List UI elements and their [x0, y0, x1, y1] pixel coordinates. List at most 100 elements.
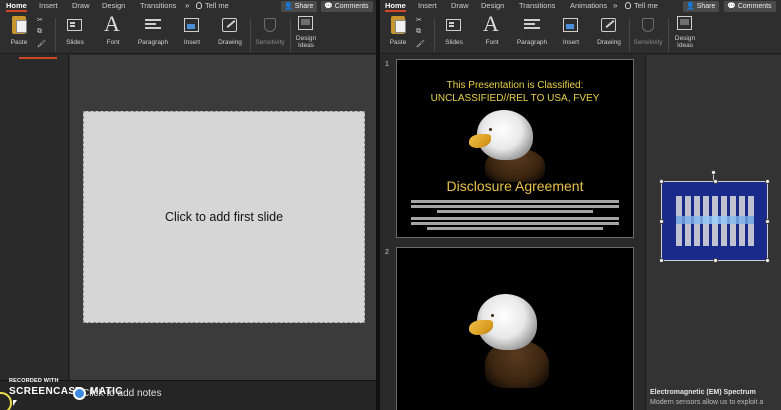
- more-tabs-chevron-icon[interactable]: »: [613, 0, 617, 12]
- paragraph-label: Paragraph: [516, 39, 548, 46]
- insert-group[interactable]: Insert: [559, 14, 583, 46]
- font-group[interactable]: A Font: [100, 13, 126, 47]
- fine-print-line: [437, 210, 593, 213]
- resize-handle[interactable]: [765, 258, 770, 263]
- slide-thumbnail[interactable]: [396, 247, 634, 410]
- design-ideas-button[interactable]: Design Ideas: [673, 14, 697, 49]
- comments-label: Comments: [334, 3, 369, 10]
- paste-group[interactable]: Paste: [384, 14, 412, 46]
- font-letter-icon: A: [483, 11, 499, 36]
- shapes-pencil-icon: [601, 18, 616, 32]
- left-powerpoint-window: Home Insert Draw Design Transitions » Te…: [0, 0, 376, 410]
- slides-group[interactable]: Slides: [441, 14, 467, 46]
- tell-me-label: Tell me: [634, 1, 658, 10]
- resize-handle[interactable]: [765, 219, 770, 224]
- slide-title-line-1: This Presentation is Classified:: [446, 80, 584, 91]
- tab-transitions[interactable]: Transitions: [140, 0, 176, 12]
- rotate-handle[interactable]: [711, 170, 716, 175]
- resize-handle[interactable]: [713, 258, 718, 263]
- paragraph-group[interactable]: Paragraph: [136, 14, 170, 46]
- resize-handle[interactable]: [659, 219, 664, 224]
- more-tabs-chevron-icon[interactable]: »: [185, 0, 189, 12]
- format-painter-icon[interactable]: 🖌: [37, 40, 46, 48]
- fine-print-line: [411, 222, 619, 225]
- ribbon-toolbar: Paste ✂ ⧉ 🖌 Slides A Font Paragraph Inse…: [380, 12, 781, 54]
- tab-insert[interactable]: Insert: [418, 0, 437, 12]
- cut-icon[interactable]: ✂: [416, 16, 422, 24]
- new-slide-icon: [446, 19, 461, 31]
- comments-label: Comments: [737, 3, 772, 10]
- ribbon-toolbar: Paste ✂ ⧉ 🖌 Slides A Font Paragraph Inse…: [0, 12, 376, 54]
- resize-handle[interactable]: [713, 179, 718, 184]
- design-ideas-button[interactable]: Design Ideas: [294, 14, 318, 49]
- screencast-watermark: RECORDED WITH SCREENCAST MATIC: [0, 376, 140, 410]
- bald-eagle-image: [467, 108, 547, 182]
- brand-left: SCREENCAST: [9, 386, 82, 397]
- design-ideas-label: Design Ideas: [295, 35, 317, 49]
- tab-home[interactable]: Home: [6, 0, 27, 12]
- font-group[interactable]: A Font: [479, 11, 505, 47]
- format-painter-icon[interactable]: 🖌: [416, 40, 425, 48]
- comments-button[interactable]: 💬 Comments: [724, 1, 776, 12]
- slide-placeholder-text[interactable]: Click to add first slide: [84, 210, 364, 224]
- drawing-group[interactable]: Drawing: [216, 14, 244, 46]
- tab-transitions[interactable]: Transitions: [519, 0, 555, 12]
- paste-label: Paste: [10, 39, 28, 46]
- sensitivity-label: Sensitivity: [255, 39, 285, 46]
- share-button[interactable]: 👤 Share: [683, 1, 720, 12]
- tab-draw[interactable]: Draw: [451, 0, 469, 12]
- copy-icon[interactable]: ⧉: [37, 28, 42, 36]
- tab-animations[interactable]: Animations: [570, 0, 607, 12]
- insert-picture-icon: [184, 18, 199, 32]
- share-button[interactable]: 👤 Share: [281, 1, 318, 12]
- em-spectrum-graphic[interactable]: [659, 170, 770, 263]
- tell-me-search[interactable]: Tell me: [625, 0, 658, 12]
- tab-insert[interactable]: Insert: [39, 0, 58, 12]
- slides-label: Slides: [445, 39, 463, 46]
- slide-thumbnail-list[interactable]: 1 This Presentation is Classified: UNCLA…: [380, 55, 645, 410]
- font-label: Font: [485, 39, 499, 46]
- lightbulb-icon: [625, 2, 631, 9]
- comment-bubble-icon: 💬: [324, 3, 333, 10]
- copy-icon[interactable]: ⧉: [416, 28, 421, 36]
- shapes-pencil-icon: [222, 18, 237, 32]
- fine-print-line: [411, 205, 619, 208]
- bald-eagle-image: [467, 292, 553, 388]
- cut-icon[interactable]: ✂: [37, 16, 43, 24]
- clipboard-paste-icon: [391, 16, 406, 34]
- selection-border: [661, 181, 768, 261]
- tab-home[interactable]: Home: [385, 0, 406, 12]
- paste-group[interactable]: Paste: [5, 14, 33, 46]
- slide-thumbnail[interactable]: This Presentation is Classified: UNCLASS…: [396, 59, 634, 238]
- fine-print-line: [411, 217, 619, 220]
- mouse-pointer-icon: [13, 400, 17, 406]
- drawing-group[interactable]: Drawing: [595, 14, 623, 46]
- ribbon-divider: [434, 18, 435, 52]
- slides-label: Slides: [66, 39, 84, 46]
- empty-slide[interactable]: Click to add first slide: [83, 111, 365, 323]
- fine-print-line: [427, 227, 603, 230]
- resize-handle[interactable]: [659, 258, 664, 263]
- insert-group[interactable]: Insert: [180, 14, 204, 46]
- sensitivity-group[interactable]: Sensitivity: [632, 14, 664, 46]
- paragraph-lines-icon: [524, 19, 540, 32]
- slide-thumbnail-pane[interactable]: [0, 55, 69, 380]
- paragraph-lines-icon: [145, 19, 161, 32]
- resize-handle[interactable]: [765, 179, 770, 184]
- sensitivity-group[interactable]: Sensitivity: [254, 14, 286, 46]
- slide-number: 2: [385, 249, 389, 256]
- paragraph-group[interactable]: Paragraph: [515, 14, 549, 46]
- drawing-label: Drawing: [597, 39, 621, 46]
- slides-group[interactable]: Slides: [62, 14, 88, 46]
- design-ideas-icon: [677, 16, 692, 30]
- resize-handle[interactable]: [659, 179, 664, 184]
- tab-draw[interactable]: Draw: [72, 0, 90, 12]
- em-spectrum-title: Electromagnetic (EM) Spectrum: [650, 389, 756, 396]
- tell-me-label: Tell me: [205, 1, 229, 10]
- paste-label: Paste: [389, 39, 407, 46]
- comments-button[interactable]: 💬 Comments: [321, 1, 373, 12]
- sensitivity-label: Sensitivity: [633, 39, 663, 46]
- editing-area-partial: Electromagnetic (EM) Spectrum Modern sen…: [645, 55, 781, 410]
- drawing-label: Drawing: [218, 39, 242, 46]
- tell-me-search[interactable]: Tell me: [196, 0, 229, 12]
